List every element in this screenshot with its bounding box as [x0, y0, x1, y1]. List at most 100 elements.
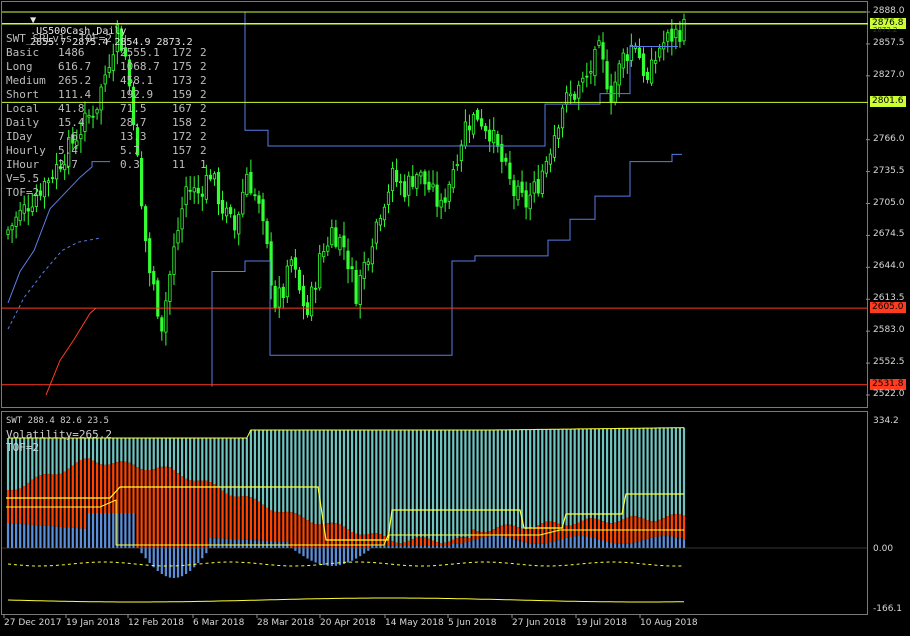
- candle-body: [26, 208, 30, 212]
- indicator-cell: 2: [200, 46, 207, 59]
- candle-body: [164, 300, 168, 333]
- date-axis-label: 14 May 2018: [385, 618, 444, 628]
- candle-body: [22, 204, 26, 214]
- candle-body: [144, 206, 148, 242]
- candle-body: [233, 215, 237, 231]
- candle-body: [488, 129, 492, 142]
- candle-body: [265, 221, 269, 245]
- price-tag: 2801.6: [870, 96, 906, 108]
- indicator-cell: 2: [200, 88, 207, 101]
- indicator-cell: 1: [200, 158, 207, 171]
- candle-body: [662, 42, 666, 50]
- indicator-cell: 71.5: [120, 102, 147, 115]
- candle-body: [6, 229, 10, 235]
- candle-body: [605, 61, 609, 90]
- price-axis-label: 2888.0: [873, 6, 905, 16]
- candle-body: [237, 213, 241, 235]
- indicator-cell: 15.4: [58, 116, 85, 129]
- candle-body: [459, 144, 463, 161]
- subwindow-info: SWT 288.4 82.6 23.5 Volatility=265.2 TOF…: [6, 415, 112, 454]
- candle-body: [508, 162, 512, 179]
- candle-body: [637, 47, 642, 59]
- price-axis-label: 2644.0: [873, 261, 905, 272]
- candle-body: [403, 181, 407, 198]
- candle-body: [411, 176, 415, 187]
- dropdown-triangle-icon[interactable]: ▼: [30, 15, 36, 26]
- candle-body: [492, 129, 496, 144]
- candle-body: [524, 190, 528, 208]
- candle-body: [573, 93, 577, 100]
- candle-body: [516, 185, 520, 201]
- date-axis-label: 5 Jun 2018: [448, 618, 497, 628]
- indicator-row: Short 111.4 192.9 159 2: [6, 88, 220, 102]
- indicator-cell: 158: [172, 116, 192, 129]
- candle-body: [261, 199, 265, 222]
- candle-body: [318, 253, 322, 289]
- indicator-cell: Long: [6, 60, 33, 73]
- candle-body: [241, 191, 245, 215]
- indicator-row: Long 616.7 1068.7 175 2: [6, 60, 220, 74]
- candle-body: [597, 40, 601, 46]
- candle-body: [374, 221, 378, 244]
- indicator-cell: 616.7: [58, 60, 92, 73]
- candle-body: [10, 225, 14, 231]
- indicator-cell: 28.7: [120, 116, 147, 129]
- support-step-line: [211, 153, 682, 387]
- candle-body: [423, 171, 427, 185]
- indicator-tof-line: TOF=2: [6, 186, 40, 199]
- indicator-cell: 172: [172, 130, 192, 143]
- candle-body: [354, 269, 358, 304]
- indicator-cell: 13.3: [120, 130, 147, 143]
- candle-body: [613, 81, 617, 103]
- candle-body: [500, 143, 504, 162]
- candle-body: [504, 157, 508, 162]
- candle-body: [471, 114, 476, 135]
- candle-body: [641, 53, 646, 76]
- candle-body: [593, 49, 597, 77]
- candle-body: [378, 217, 383, 226]
- indicator-cell: 7.6: [58, 130, 78, 143]
- indicator-cell: 111.4: [58, 88, 92, 101]
- candle-body: [625, 54, 629, 61]
- candle-body: [496, 134, 500, 147]
- candle-body: [520, 181, 524, 193]
- candle-body: [370, 246, 374, 265]
- indicator-cell: 11: [172, 158, 186, 171]
- candle-body: [484, 125, 488, 132]
- price-axis-label: 2705.0: [873, 197, 905, 208]
- candle-body: [439, 199, 443, 208]
- candle-body: [443, 197, 447, 203]
- candle-body: [297, 269, 302, 291]
- candle-body: [220, 199, 225, 214]
- candle-body: [322, 251, 326, 258]
- candle-body: [621, 52, 625, 69]
- indicator-cell: 167: [172, 102, 192, 115]
- chart-area[interactable]: ▼ .US500Cash,Daily 2855.7 2875.4 2854.9 …: [0, 0, 910, 636]
- candle-body: [399, 181, 403, 184]
- indicator-cell: 2: [200, 144, 207, 157]
- date-axis-label: 12 Feb 2018: [128, 618, 185, 628]
- indicator-cell: 5.7: [120, 144, 140, 157]
- candle-body: [338, 236, 342, 251]
- candle-body: [532, 181, 536, 194]
- candle-body: [30, 206, 34, 212]
- candle-body: [277, 287, 281, 308]
- indicator-cell: Short: [6, 88, 40, 101]
- price-axis-label: 2583.0: [873, 325, 905, 336]
- candle-body: [467, 125, 472, 131]
- indicator-cell: 2: [200, 60, 207, 73]
- candle-body: [447, 183, 451, 202]
- candle-body: [654, 60, 658, 64]
- candle-body: [273, 286, 277, 309]
- candle-body: [540, 170, 544, 194]
- candle-body: [536, 179, 540, 194]
- subwindow-volatility: Volatility=265.2: [6, 428, 112, 441]
- candle-body: [431, 183, 435, 188]
- candle-body: [148, 238, 152, 274]
- date-axis-label: 27 Jun 2018: [512, 618, 567, 628]
- indicator-cell: 1068.7: [120, 60, 160, 73]
- candle-body: [463, 121, 468, 147]
- candle-body: [176, 230, 180, 244]
- candle-body: [366, 261, 370, 265]
- indicator-row: IDay 7.6 13.3 172 2: [6, 130, 220, 144]
